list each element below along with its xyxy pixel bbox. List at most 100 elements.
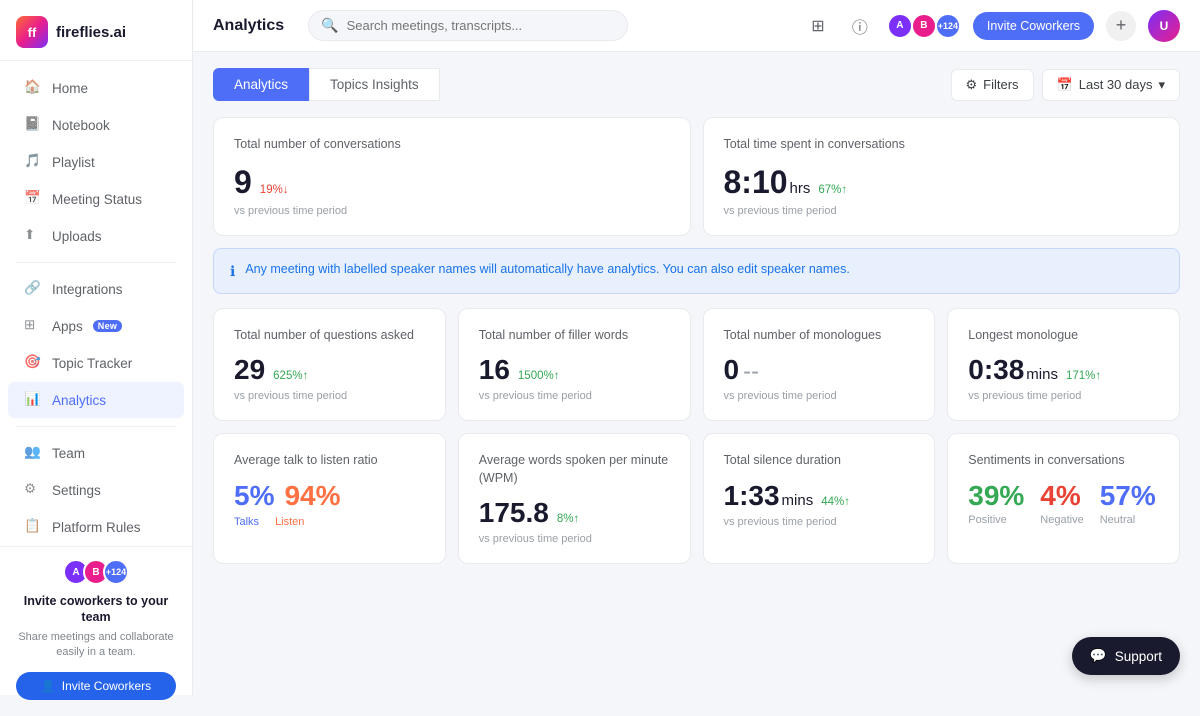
neutral-label: Neutral (1100, 514, 1156, 526)
stat-change-time: 67%↑ (818, 184, 847, 196)
stat-change-wpm: 8%↑ (557, 513, 579, 525)
stat-vs-longest: vs previous time period (968, 390, 1159, 402)
info-banner: ℹ Any meeting with labelled speaker name… (213, 248, 1180, 294)
stat-change-conversations-value: 19% (260, 184, 283, 196)
stat-value-time: 8:10 (724, 164, 788, 201)
sidebar-item-label-meeting-status: Meeting Status (52, 192, 142, 207)
search-bar[interactable]: 🔍 (308, 10, 628, 41)
invite-coworkers-topbar-button[interactable]: Invite Coworkers (973, 12, 1094, 40)
filters-button[interactable]: ⚙ Filters (951, 69, 1034, 101)
stat-change-questions-value: 625% (273, 370, 302, 382)
tab-analytics[interactable]: Analytics (213, 68, 309, 101)
sidebar-item-settings[interactable]: ⚙ Settings (8, 472, 184, 508)
bottom-stats-row: Average talk to listen ratio 5% 94% Talk… (213, 433, 1180, 564)
date-range-label: Last 30 days (1079, 77, 1153, 92)
support-button[interactable]: 💬 Support (1072, 637, 1180, 675)
positive-value: 39% (968, 480, 1024, 512)
invite-coworkers-sidebar-button[interactable]: 👤 Invite Coworkers (16, 672, 176, 700)
stat-change-filler: 1500%↑ (518, 370, 560, 382)
tab-filters: ⚙ Filters 📅 Last 30 days ▾ (951, 69, 1180, 101)
stat-label-talk-listen: Average talk to listen ratio (234, 452, 425, 470)
negative-label: Negative (1040, 514, 1083, 526)
grid-icon-button[interactable]: ⊞ (803, 11, 833, 41)
stat-vs-wpm: vs previous time period (479, 533, 670, 545)
stat-label-silence: Total silence duration (724, 452, 915, 470)
meeting-status-icon: 📅 (24, 190, 42, 208)
stat-change-silence-value: 44% (821, 496, 844, 508)
stat-value-silence: 1:33 (724, 480, 780, 512)
topic-tracker-icon: 🎯 (24, 354, 42, 372)
sidebar-item-apps[interactable]: ⊞ Apps New (8, 308, 184, 344)
uploads-icon: ⬆ (24, 227, 42, 245)
stat-label-wpm: Average words spoken per minute (WPM) (479, 452, 670, 487)
stat-card-sentiments: Sentiments in conversations 39% Positive… (947, 433, 1180, 564)
sidebar-item-notebook[interactable]: 📓 Notebook (8, 107, 184, 143)
support-label: Support (1115, 649, 1162, 664)
sentiment-positive: 39% Positive (968, 480, 1024, 526)
sidebar-item-label-team: Team (52, 446, 85, 461)
stat-value-row-monologues: 0 -- (724, 354, 915, 386)
support-icon: 💬 (1090, 648, 1107, 664)
sentiment-negative: 4% Negative (1040, 480, 1083, 526)
avatar-count: +124 (103, 559, 129, 585)
settings-icon: ⚙ (24, 481, 42, 499)
sidebar-item-playlist[interactable]: 🎵 Playlist (8, 144, 184, 180)
help-icon-button[interactable]: ⓘ (845, 11, 875, 41)
stat-label-questions: Total number of questions asked (234, 327, 425, 345)
stat-dash-monologues: -- (743, 358, 759, 386)
stat-value-row-questions: 29 625%↑ (234, 354, 425, 386)
sidebar-item-uploads[interactable]: ⬆ Uploads (8, 218, 184, 254)
sidebar-item-topic-tracker[interactable]: 🎯 Topic Tracker (8, 345, 184, 381)
sidebar: ff fireflies.ai 🏠 Home 📓 Notebook 🎵 Play… (0, 0, 193, 695)
user-avatar[interactable]: U (1148, 10, 1180, 42)
search-input[interactable] (347, 18, 616, 33)
stat-vs-time: vs previous time period (724, 205, 1160, 217)
mid-stats-row: Total number of questions asked 29 625%↑… (213, 308, 1180, 422)
stat-value-row-wpm: 175.8 8%↑ (479, 497, 670, 529)
search-icon: 🔍 (321, 17, 338, 34)
sidebar-item-integrations[interactable]: 🔗 Integrations (8, 271, 184, 307)
stat-card-wpm: Average words spoken per minute (WPM) 17… (458, 433, 691, 564)
integrations-icon: 🔗 (24, 280, 42, 298)
stat-card-total-time: Total time spent in conversations 8:10 h… (703, 117, 1181, 236)
stat-card-longest-monologue: Longest monologue 0:38 mins 171%↑ vs pre… (947, 308, 1180, 422)
stat-label-sentiments: Sentiments in conversations (968, 452, 1159, 470)
sidebar-logo: ff fireflies.ai (0, 0, 192, 61)
sidebar-item-team[interactable]: 👥 Team (8, 435, 184, 471)
topbar: Analytics 🔍 ⊞ ⓘ A B +124 Invite Coworker… (193, 0, 1200, 52)
stat-value-row-time: 8:10 hrs 67%↑ (724, 164, 1160, 201)
main-content: Analytics 🔍 ⊞ ⓘ A B +124 Invite Coworker… (193, 0, 1200, 695)
stat-value-longest: 0:38 (968, 354, 1024, 386)
content-area: Analytics Topics Insights ⚙ Filters 📅 La… (193, 52, 1200, 695)
home-icon: 🏠 (24, 79, 42, 97)
stat-change-longest: 171%↑ (1066, 370, 1101, 382)
stat-label-monologues: Total number of monologues (724, 327, 915, 345)
stat-value-wpm: 175.8 (479, 497, 549, 529)
tab-topics-insights[interactable]: Topics Insights (309, 68, 440, 101)
add-icon-button[interactable]: + (1106, 11, 1136, 41)
date-range-button[interactable]: 📅 Last 30 days ▾ (1042, 69, 1180, 101)
stat-label-total-time: Total time spent in conversations (724, 136, 1160, 154)
sidebar-item-home[interactable]: 🏠 Home (8, 70, 184, 106)
stat-label-filler: Total number of filler words (479, 327, 670, 345)
stat-vs-questions: vs previous time period (234, 390, 425, 402)
sidebar-item-meeting-status[interactable]: 📅 Meeting Status (8, 181, 184, 217)
sidebar-item-label-apps: Apps (52, 319, 83, 334)
sidebar-item-analytics[interactable]: 📊 Analytics (8, 382, 184, 418)
stat-vs-conversations: vs previous time period (234, 205, 670, 217)
chevron-down-icon: ▾ (1158, 77, 1165, 93)
stat-vs-monologues: vs previous time period (724, 390, 915, 402)
stat-unit-silence: mins (782, 492, 814, 509)
stat-change-time-value: 67% (818, 184, 841, 196)
stat-change-silence: 44%↑ (821, 496, 850, 508)
sidebar-item-platform-rules[interactable]: 📋 Platform Rules (8, 509, 184, 545)
stat-vs-silence: vs previous time period (724, 516, 915, 528)
tab-bar: Analytics Topics Insights ⚙ Filters 📅 La… (213, 68, 1180, 101)
stat-card-talk-listen: Average talk to listen ratio 5% 94% Talk… (213, 433, 446, 564)
calendar-icon: 📅 (1057, 77, 1073, 93)
invite-sidebar-description: Share meetings and collaborate easily in… (16, 630, 176, 661)
team-icon: 👥 (24, 444, 42, 462)
app-logo-text: fireflies.ai (56, 24, 126, 41)
sidebar-item-label-settings: Settings (52, 483, 101, 498)
stat-value-monologues: 0 (724, 354, 740, 386)
